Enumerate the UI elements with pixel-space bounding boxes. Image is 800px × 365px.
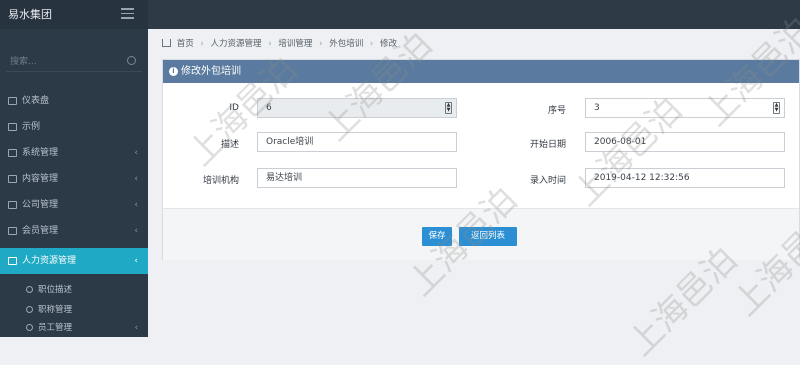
sidebar-item-label: 公司管理 (22, 200, 59, 210)
sidebar-item-content[interactable]: 内容管理 ‹ (0, 166, 148, 192)
sidebar-subitem-label: 职位描述 (38, 285, 73, 295)
sidebar-item-member[interactable]: 会员管理 ‹ (0, 218, 148, 244)
entry-time-value: 2019-04-12 12:32:56 (594, 173, 690, 183)
panel-title: 修改外包培训 (181, 66, 241, 77)
seq-value: 3 (594, 103, 600, 113)
org-label: 培训机构 (202, 176, 239, 186)
sidebar-item-dashboard[interactable]: 仪表盘 (0, 88, 148, 114)
sidebar-item-label: 内容管理 (22, 174, 59, 184)
edit-panel: i 修改外包培训 ID 6 ▲ ▼ 序号 3 ▲ ▼ 描述 Oracle培训 开始日… (162, 59, 800, 260)
back-to-list-button[interactable]: 返回列表 (459, 227, 517, 246)
desc-label: 描述 (220, 140, 239, 150)
chevron-left-icon: ‹ (134, 148, 138, 158)
org-value: 易达培训 (266, 173, 303, 183)
home-icon (162, 39, 171, 47)
sidebar-subitem-label: 职称管理 (38, 305, 73, 315)
sidebar-item-example[interactable]: 示例 (0, 114, 148, 140)
breadcrumb: 首页 › 人力资源管理 › 培训管理 › 外包培训 › 修改 (162, 37, 397, 51)
chevron-left-icon: ‹ (134, 323, 138, 333)
spinner-icon: ▲ ▼ (445, 102, 452, 114)
start-date-field[interactable]: 2006-08-01 (585, 132, 785, 152)
top-navbar: 易水集团 (0, 0, 800, 29)
search-placeholder: 搜索... (10, 57, 37, 67)
chevron-left-icon: ‹ (134, 174, 138, 184)
entry-time-label: 录入时间 (529, 176, 566, 186)
sidebar-item-label: 会员管理 (22, 226, 59, 236)
org-field[interactable]: 易达培训 (257, 168, 457, 188)
sidebar-item-label: 仪表盘 (22, 96, 50, 106)
sidebar-subitem-title[interactable]: 职称管理 (0, 301, 148, 319)
breadcrumb-training[interactable]: 培训管理 (278, 39, 312, 49)
headset-icon (26, 306, 33, 313)
chevron-left-icon: ‹ (134, 226, 138, 236)
spinner-icon[interactable]: ▲ ▼ (773, 102, 780, 114)
seq-label: 序号 (547, 106, 566, 116)
menu-toggle-icon[interactable] (121, 8, 134, 20)
folder-icon (8, 175, 17, 183)
sidebar-search-input[interactable]: 搜索... (6, 52, 142, 72)
seq-field[interactable]: 3 ▲ ▼ (585, 98, 785, 118)
share-icon (8, 149, 17, 157)
panel-header: i 修改外包培训 (163, 60, 799, 83)
sidebar-subitem-label: 员工管理 (38, 323, 73, 333)
trophy-icon (8, 227, 17, 235)
sidebar-item-label: 人力资源管理 (22, 256, 77, 266)
sidebar-item-system[interactable]: 系统管理 ‹ (0, 140, 148, 166)
diamond-icon (26, 286, 33, 293)
breadcrumb-current: 修改 (380, 39, 398, 49)
desc-value: Oracle培训 (266, 137, 314, 147)
sidebar-item-label: 系统管理 (22, 148, 59, 158)
id-label: ID (229, 103, 239, 113)
breadcrumb-hr[interactable]: 人力资源管理 (211, 39, 262, 49)
info-icon: i (169, 67, 178, 76)
sidebar-item-label: 示例 (22, 122, 41, 132)
breadcrumb-outsource-training[interactable]: 外包培训 (329, 39, 363, 49)
sidebar-item-hr[interactable]: 人力资源管理 ‹ (0, 248, 148, 274)
form-actions: 保存 返回列表 (163, 208, 799, 260)
id-value: 6 (266, 103, 272, 113)
sidebar: 搜索... 仪表盘 示例 系统管理 ‹ 内容管理 ‹ 公司管理 ‹ 会员管理 ‹… (0, 29, 148, 337)
desc-field[interactable]: Oracle培训 (257, 132, 457, 152)
chevron-left-icon: ‹ (134, 200, 138, 210)
sidebar-item-company[interactable]: 公司管理 ‹ (0, 192, 148, 218)
sidebar-subitem-position[interactable]: 职位描述 (0, 281, 148, 299)
save-button[interactable]: 保存 (422, 227, 452, 246)
user-icon (26, 324, 33, 331)
sitemap-icon (8, 201, 17, 209)
search-icon[interactable] (127, 56, 136, 65)
id-field: 6 ▲ ▼ (257, 98, 457, 118)
users-icon (8, 257, 17, 265)
breadcrumb-home[interactable]: 首页 (177, 39, 194, 49)
globe-icon (8, 123, 17, 131)
sidebar-subitem-employee[interactable]: 员工管理 ‹ (0, 319, 148, 337)
start-date-label: 开始日期 (529, 140, 566, 150)
entry-time-field[interactable]: 2019-04-12 12:32:56 (585, 168, 785, 188)
chevron-left-icon: ‹ (134, 256, 138, 266)
home-icon (8, 97, 17, 105)
start-date-value: 2006-08-01 (594, 137, 647, 147)
